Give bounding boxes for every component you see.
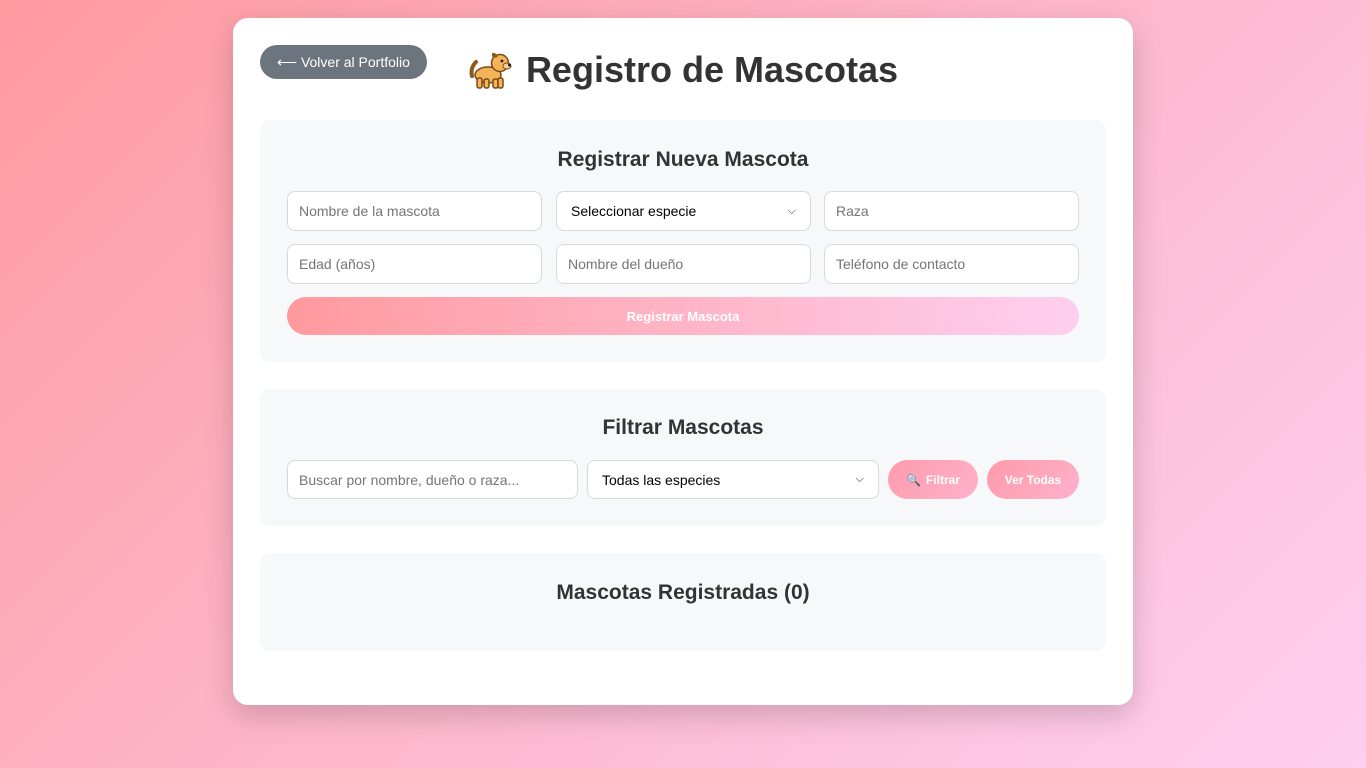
page-header: Registro de Mascotas xyxy=(233,48,1133,97)
contact-phone-input[interactable] xyxy=(824,244,1079,284)
pet-list-heading: Mascotas Registradas (0) xyxy=(556,581,810,604)
dog-icon xyxy=(469,52,512,89)
register-pet-button[interactable]: Registrar Mascota xyxy=(287,297,1079,335)
pet-name-input[interactable] xyxy=(287,191,542,231)
register-section: Registrar Nueva Mascota Seleccionar espe… xyxy=(260,120,1106,362)
pet-list-section: Mascotas Registradas (0) xyxy=(260,553,1106,651)
chevron-down-icon: ⌵ xyxy=(787,204,796,217)
main-card: ⟵ Volver al Portfolio Registro de Mascot… xyxy=(233,18,1133,705)
register-pet-label: Registrar Mascota xyxy=(626,308,740,324)
owner-name-input[interactable] xyxy=(556,244,811,284)
filter-heading: Filtrar Mascotas xyxy=(602,416,764,439)
show-all-label: Ver Todas xyxy=(1004,472,1062,487)
chevron-down-icon: ⌵ xyxy=(855,473,864,485)
show-all-button[interactable]: Ver Todas xyxy=(987,460,1079,499)
filter-section: Filtrar Mascotas Todas las especies ⌵ 🔍 … xyxy=(260,389,1106,526)
page-title-wrap: Registro de Mascotas xyxy=(468,48,898,92)
filter-button-label: Filtrar xyxy=(925,472,960,487)
species-filter-select[interactable]: Todas las especies ⌵ xyxy=(587,460,879,499)
breed-input[interactable] xyxy=(824,191,1079,231)
species-select[interactable]: Seleccionar especie ⌵ xyxy=(556,191,811,231)
age-input[interactable] xyxy=(287,244,542,284)
species-select-value: Seleccionar especie xyxy=(571,203,697,219)
register-heading: Registrar Nueva Mascota xyxy=(557,148,809,171)
filter-button[interactable]: 🔍 Filtrar xyxy=(888,460,978,499)
search-input[interactable] xyxy=(287,460,578,499)
species-filter-value: Todas las especies xyxy=(602,471,721,488)
magnifier-icon: 🔍 xyxy=(906,472,921,487)
page-title: Registro de Mascotas xyxy=(525,49,899,90)
